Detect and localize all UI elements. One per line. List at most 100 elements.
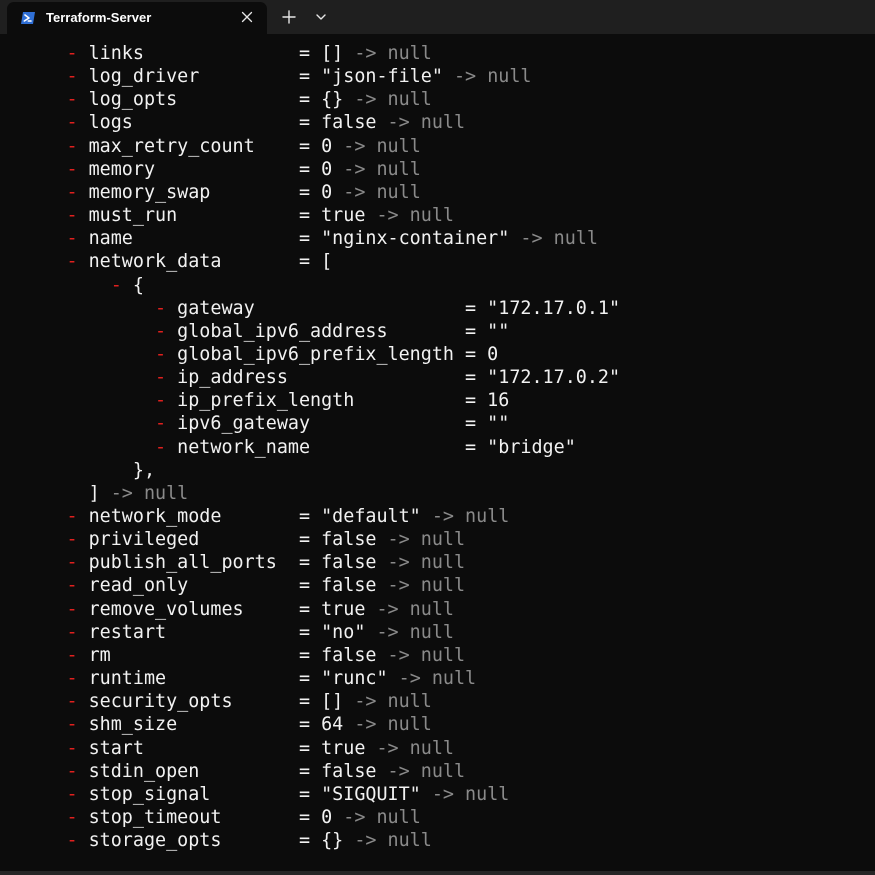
attribute-text: read_only = false <box>77 575 377 597</box>
attribute-text: shm_size = 64 <box>77 714 344 736</box>
title-bar: Terraform-Server <box>0 0 875 34</box>
powershell-icon <box>21 12 35 24</box>
attribute-text: global_ipv6_address = "" <box>166 320 510 342</box>
terminal-line: - publish_all_ports = false -> null <box>0 551 465 574</box>
null-transition: -> null <box>376 575 466 597</box>
null-transition: -> null <box>365 737 454 759</box>
attribute-text: global_ipv6_prefix_length = 0 <box>166 343 499 365</box>
attribute-text: log_opts = {} <box>77 89 344 111</box>
profile-dropdown-button[interactable] <box>308 4 334 30</box>
attribute-text: restart = "no" <box>77 621 366 643</box>
attribute-text: gateway = "172.17.0.1" <box>166 297 621 319</box>
removed-marker: - <box>66 251 78 273</box>
null-transition: -> null <box>343 691 432 713</box>
terminal-line: - stop_signal = "SIGQUIT" -> null <box>0 783 509 806</box>
null-transition: -> null <box>365 205 454 227</box>
terminal-line: - shm_size = 64 -> null <box>0 713 431 736</box>
terminal-line: - name = "nginx-container" -> null <box>0 227 597 250</box>
plus-icon <box>282 10 296 24</box>
terminal-line: - network_mode = "default" -> null <box>0 505 509 528</box>
close-tab-button[interactable] <box>236 6 258 28</box>
removed-marker: - <box>66 181 78 203</box>
removed-marker: - <box>66 737 78 759</box>
attribute-text: stop_timeout = 0 <box>77 806 333 828</box>
removed-marker: - <box>66 598 78 620</box>
attribute-text: security_opts = [] <box>77 691 344 713</box>
terminal-line: - remove_volumes = true -> null <box>0 598 454 621</box>
null-transition: -> null <box>387 668 477 690</box>
new-tab-button[interactable] <box>276 4 302 30</box>
terminal-line: - ip_prefix_length = 16 <box>0 389 509 412</box>
attribute-text: start = true <box>77 737 366 759</box>
removed-marker: - <box>155 413 167 435</box>
removed-marker: - <box>66 529 78 551</box>
removed-marker: - <box>66 760 78 782</box>
terminal-line: - global_ipv6_address = "" <box>0 320 509 343</box>
removed-marker: - <box>66 66 78 88</box>
attribute-text: memory = 0 <box>77 158 333 180</box>
attribute-text: privileged = false <box>77 529 377 551</box>
null-transition: -> null <box>442 66 532 88</box>
terminal-line: }, <box>0 459 155 482</box>
terminal-line: - logs = false -> null <box>0 111 465 134</box>
removed-marker: - <box>66 668 78 690</box>
terminal-line: - memory_swap = 0 -> null <box>0 181 421 204</box>
removed-marker: - <box>155 367 167 389</box>
attribute-text: network_data = [ <box>77 251 333 273</box>
null-transition: -> null <box>332 181 421 203</box>
terminal-line: - security_opts = [] -> null <box>0 690 432 713</box>
null-transition: -> null <box>343 89 432 111</box>
terminal-line: ] -> null <box>0 482 189 505</box>
attribute-text: ip_address = "172.17.0.2" <box>166 367 621 389</box>
removed-marker: - <box>66 806 78 828</box>
terminal-line: - restart = "no" -> null <box>0 621 454 644</box>
null-transition: -> null <box>99 482 189 504</box>
removed-marker: - <box>66 621 78 643</box>
terminal-line: - read_only = false -> null <box>0 574 465 597</box>
attribute-text: runtime = "runc" <box>77 668 388 690</box>
attribute-text: logs = false <box>77 112 377 134</box>
attribute-text: must_run = true <box>77 205 366 227</box>
attribute-text: name = "nginx-container" <box>77 228 510 250</box>
attribute-text: remove_volumes = true <box>77 598 366 620</box>
attribute-text: network_mode = "default" <box>77 506 421 527</box>
removed-marker: - <box>66 158 78 180</box>
terminal-line: - links = [] -> null <box>0 42 431 65</box>
removed-marker: - <box>66 644 78 666</box>
attribute-text: rm = false <box>77 644 377 666</box>
null-transition: -> null <box>332 806 421 828</box>
attribute-text: stdin_open = false <box>77 760 377 782</box>
terminal-line: - privileged = false -> null <box>0 528 465 551</box>
tab-terraform-server[interactable]: Terraform-Server <box>7 2 267 34</box>
terminal-line: - gateway = "172.17.0.1" <box>0 297 620 320</box>
attribute-text: stop_signal = "SIGQUIT" <box>77 783 421 805</box>
terminal-line: - stop_timeout = 0 -> null <box>0 806 421 829</box>
attribute-text: max_retry_count = 0 <box>77 135 333 157</box>
terminal-line: - global_ipv6_prefix_length = 0 <box>0 343 498 366</box>
terminal-output[interactable]: - links = [] -> null - log_driver = "jso… <box>0 34 875 875</box>
terminal-line: - { <box>0 274 144 297</box>
